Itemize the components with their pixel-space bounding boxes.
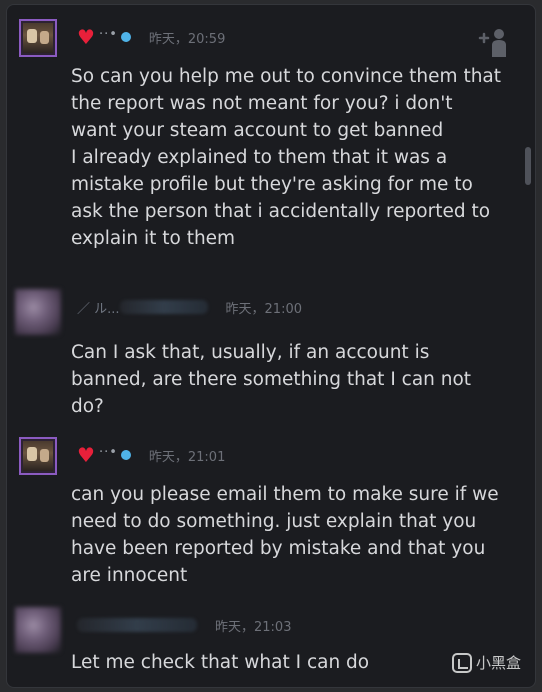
message-text: Let me check that what I can do (71, 649, 501, 676)
sender-row: ／ ル... 昨天，21:00 (77, 297, 302, 317)
name-dots: ··• (98, 26, 118, 42)
chat-window: ♥ ··• 昨天，20:59 So can you help me out to… (6, 4, 536, 688)
message-paragraph: So can you help me out to convince them … (71, 66, 502, 141)
blurred-sender-name (77, 618, 197, 632)
message-timestamp: 昨天，21:03 (215, 619, 292, 635)
message-text: Can I ask that, usually, if an account i… (71, 339, 501, 420)
message-timestamp: 昨天，21:00 (225, 301, 302, 317)
scrollbar-thumb[interactable] (525, 147, 531, 185)
name-dots: ··• (98, 444, 118, 460)
avatar[interactable] (19, 19, 57, 57)
watermark: 小黑盒 (451, 652, 521, 673)
xiaoheihe-logo-icon (451, 652, 472, 673)
message-paragraph: can you please email them to make sure i… (71, 484, 499, 586)
sender-row: 昨天，21:03 (77, 615, 291, 635)
watermark-text: 小黑盒 (475, 654, 521, 672)
message-paragraph: Can I ask that, usually, if an account i… (71, 342, 472, 417)
heart-icon: ♥ (77, 25, 95, 49)
online-status-icon (120, 450, 131, 460)
message-timestamp: 昨天，20:59 (148, 31, 226, 47)
avatar[interactable] (19, 437, 57, 475)
sender-row: ♥ ··• 昨天，20:59 (77, 25, 226, 49)
add-friend-icon[interactable] (477, 27, 513, 57)
avatar[interactable] (15, 289, 61, 335)
heart-icon: ♥ (77, 443, 95, 467)
message-text: can you please email them to make sure i… (71, 481, 501, 589)
sender-name: ／ ル... (77, 301, 120, 317)
avatar[interactable] (15, 607, 61, 653)
message-text: So can you help me out to convince them … (71, 63, 501, 252)
online-status-icon (120, 32, 131, 42)
message-paragraph: Let me check that what I can do (71, 652, 370, 673)
message-timestamp: 昨天，21:01 (148, 449, 226, 465)
sender-row: ♥ ··• 昨天，21:01 (77, 443, 226, 467)
blurred-sender-name (119, 300, 208, 314)
message-paragraph: I already explained to them that it was … (71, 147, 491, 249)
